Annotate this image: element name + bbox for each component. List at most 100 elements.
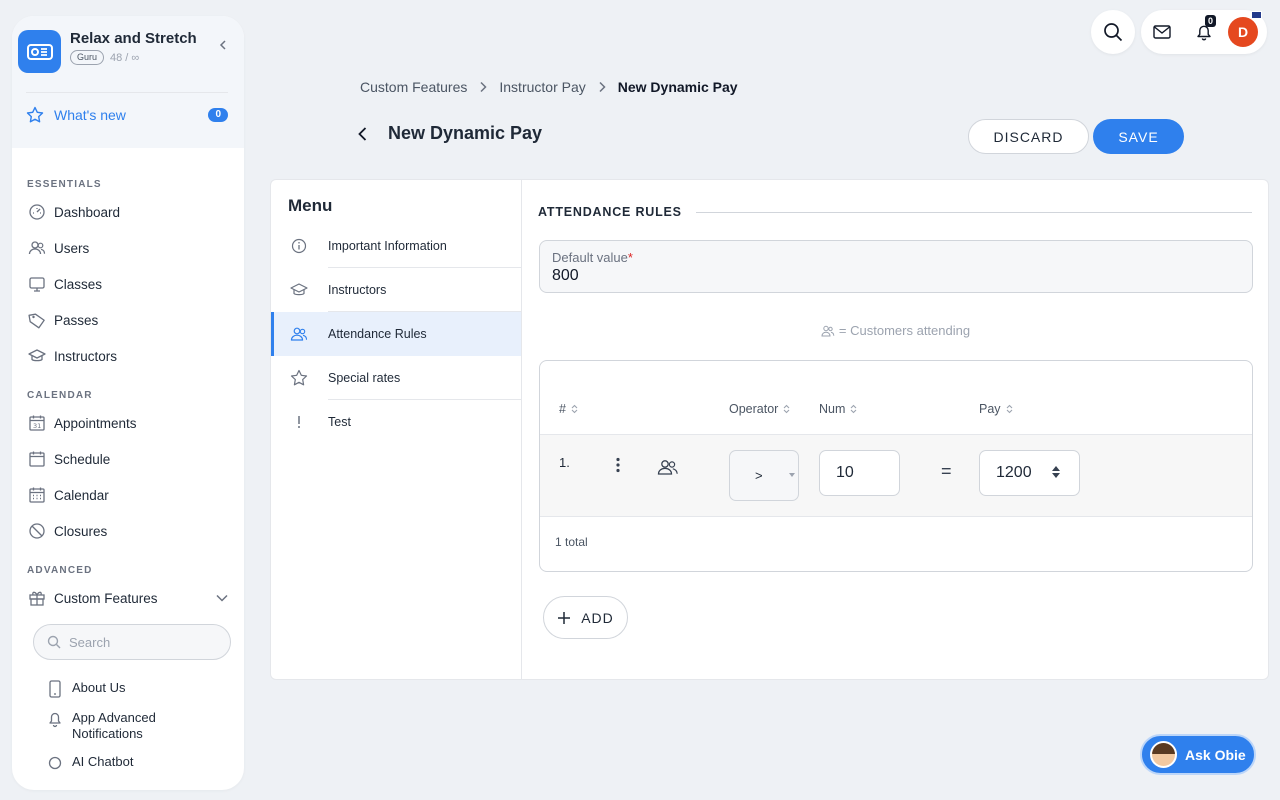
save-button[interactable]: SAVE <box>1093 119 1184 154</box>
breadcrumb: Custom Features Instructor Pay New Dynam… <box>360 79 738 95</box>
search-placeholder: Search <box>69 634 111 650</box>
menu-item-special-rates[interactable]: Special rates <box>271 356 521 400</box>
sidebar-item-label: Passes <box>54 312 99 328</box>
plan-badge: Guru <box>70 50 105 65</box>
sidebar-subitem-ai-chatbot[interactable]: AI Chatbot <box>12 754 244 772</box>
column-header-num[interactable]: Num <box>819 402 857 416</box>
breadcrumb-instructor-pay[interactable]: Instructor Pay <box>499 79 585 95</box>
calendar-31-icon: 31 <box>27 413 47 433</box>
sidebar-subitem-label: AI Chatbot <box>72 754 134 769</box>
sidebar-item-calendar[interactable]: Calendar <box>12 477 244 513</box>
section-menu: Menu Important Information Instructors A… <box>271 180 522 679</box>
menu-item-test[interactable]: Test <box>271 400 521 444</box>
star-icon <box>26 106 44 124</box>
brand[interactable]: Relax and Stretch Guru 48 / ∞ <box>18 30 228 73</box>
default-value-field[interactable]: Default value* 800 <box>539 240 1253 293</box>
sort-icon <box>783 404 790 414</box>
ask-obie-button[interactable]: Ask Obie <box>1140 734 1256 775</box>
users-icon <box>27 238 47 258</box>
dashboard-icon <box>27 202 47 222</box>
notifications-button[interactable]: 0 <box>1183 15 1225 41</box>
brand-name: Relax and Stretch <box>70 30 197 47</box>
sidebar-item-custom-features[interactable]: Custom Features <box>12 580 244 616</box>
num-input[interactable]: 10 <box>819 450 900 496</box>
chevron-right-icon <box>479 81 487 93</box>
tag-icon <box>27 310 47 330</box>
section-advanced: ADVANCED <box>27 565 93 576</box>
sidebar-item-passes[interactable]: Passes <box>12 302 244 338</box>
sidebar-item-label: Custom Features <box>54 590 158 606</box>
whats-new-link[interactable]: What's new 0 <box>18 93 228 124</box>
sidebar-subitem-label: About Us <box>72 680 126 695</box>
row-total: 1 total <box>555 535 588 549</box>
required-marker: * <box>627 250 633 265</box>
sidebar-item-instructors[interactable]: Instructors <box>12 338 244 374</box>
graduation-cap-icon <box>289 280 309 300</box>
section-essentials: ESSENTIALS <box>27 179 102 190</box>
member-count: 48 / ∞ <box>110 51 140 64</box>
notification-count-badge: 0 <box>1205 15 1217 27</box>
main-card: Menu Important Information Instructors A… <box>270 179 1269 680</box>
messages-button[interactable] <box>1141 25 1183 39</box>
legend: = Customers attending <box>523 323 1268 338</box>
column-header-pay[interactable]: Pay <box>979 402 1013 416</box>
mail-icon <box>1153 25 1171 39</box>
sidebar: Relax and Stretch Guru 48 / ∞ What's new… <box>12 16 244 790</box>
equals-icon: = <box>941 461 952 481</box>
sidebar-search-input[interactable]: Search <box>33 624 231 660</box>
assistant-avatar <box>1150 741 1177 768</box>
column-label: Operator <box>729 402 779 416</box>
sort-icon <box>850 404 857 414</box>
exclamation-icon <box>289 412 309 432</box>
classes-icon <box>27 274 47 294</box>
menu-item-label: Attendance Rules <box>328 327 427 341</box>
ask-obie-label: Ask Obie <box>1185 746 1246 763</box>
table-header: # Operator Num Pay <box>540 361 1252 435</box>
table-row: 1. > 10 = 1200 <box>540 435 1252 517</box>
discard-button[interactable]: DISCARD <box>968 119 1089 154</box>
page-title: New Dynamic Pay <box>388 123 543 143</box>
brand-logo <box>18 30 61 73</box>
sidebar-item-appointments[interactable]: 31 Appointments <box>12 405 244 441</box>
sidebar-item-label: Appointments <box>54 415 137 431</box>
calendar-grid-icon <box>27 485 47 505</box>
sidebar-item-label: Schedule <box>54 451 111 467</box>
user-avatar[interactable]: D <box>1228 11 1262 47</box>
divider <box>695 211 1252 213</box>
sidebar-item-closures[interactable]: Closures <box>12 513 244 549</box>
plus-icon <box>557 611 581 625</box>
chevron-down-icon[interactable] <box>216 594 228 602</box>
operator-select[interactable]: > <box>729 450 799 501</box>
back-arrow-icon[interactable] <box>356 126 370 142</box>
add-rule-button[interactable]: ADD <box>543 596 628 639</box>
ban-icon <box>27 521 47 541</box>
menu-item-instructors[interactable]: Instructors <box>271 268 521 312</box>
sidebar-item-label: Instructors <box>54 348 118 364</box>
sidebar-item-classes[interactable]: Classes <box>12 266 244 302</box>
menu-item-label: Important Information <box>328 239 447 253</box>
sidebar-item-schedule[interactable]: Schedule <box>12 441 244 477</box>
default-value-label-text: Default value <box>552 250 628 265</box>
sidebar-subitem-about-us[interactable]: About Us <box>12 680 244 698</box>
global-search-button[interactable] <box>1091 10 1135 54</box>
more-options-icon[interactable] <box>616 457 620 473</box>
pay-value: 1200 <box>996 464 1032 481</box>
chevron-right-icon <box>598 81 606 93</box>
sidebar-item-dashboard[interactable]: Dashboard <box>12 194 244 230</box>
section-header: ATTENDANCE RULES <box>538 205 1252 219</box>
phone-icon <box>48 680 64 698</box>
pay-input[interactable]: 1200 <box>979 450 1080 496</box>
column-header-index[interactable]: # <box>559 402 578 416</box>
menu-item-important-information[interactable]: Important Information <box>271 224 521 268</box>
menu-item-attendance-rules[interactable]: Attendance Rules <box>271 312 521 356</box>
collapse-sidebar-icon[interactable] <box>218 40 228 50</box>
breadcrumb-custom-features[interactable]: Custom Features <box>360 79 467 95</box>
uk-flag-icon[interactable] <box>1251 11 1262 19</box>
calendar-icon <box>27 449 47 469</box>
default-value-input[interactable]: 800 <box>552 267 1252 285</box>
column-header-operator[interactable]: Operator <box>729 402 790 416</box>
sidebar-item-users[interactable]: Users <box>12 230 244 266</box>
stepper-icon[interactable] <box>1052 466 1060 478</box>
sidebar-subitem-app-advanced-notifications[interactable]: App Advanced Notifications <box>12 710 212 742</box>
sidebar-item-label: Calendar <box>54 487 109 503</box>
